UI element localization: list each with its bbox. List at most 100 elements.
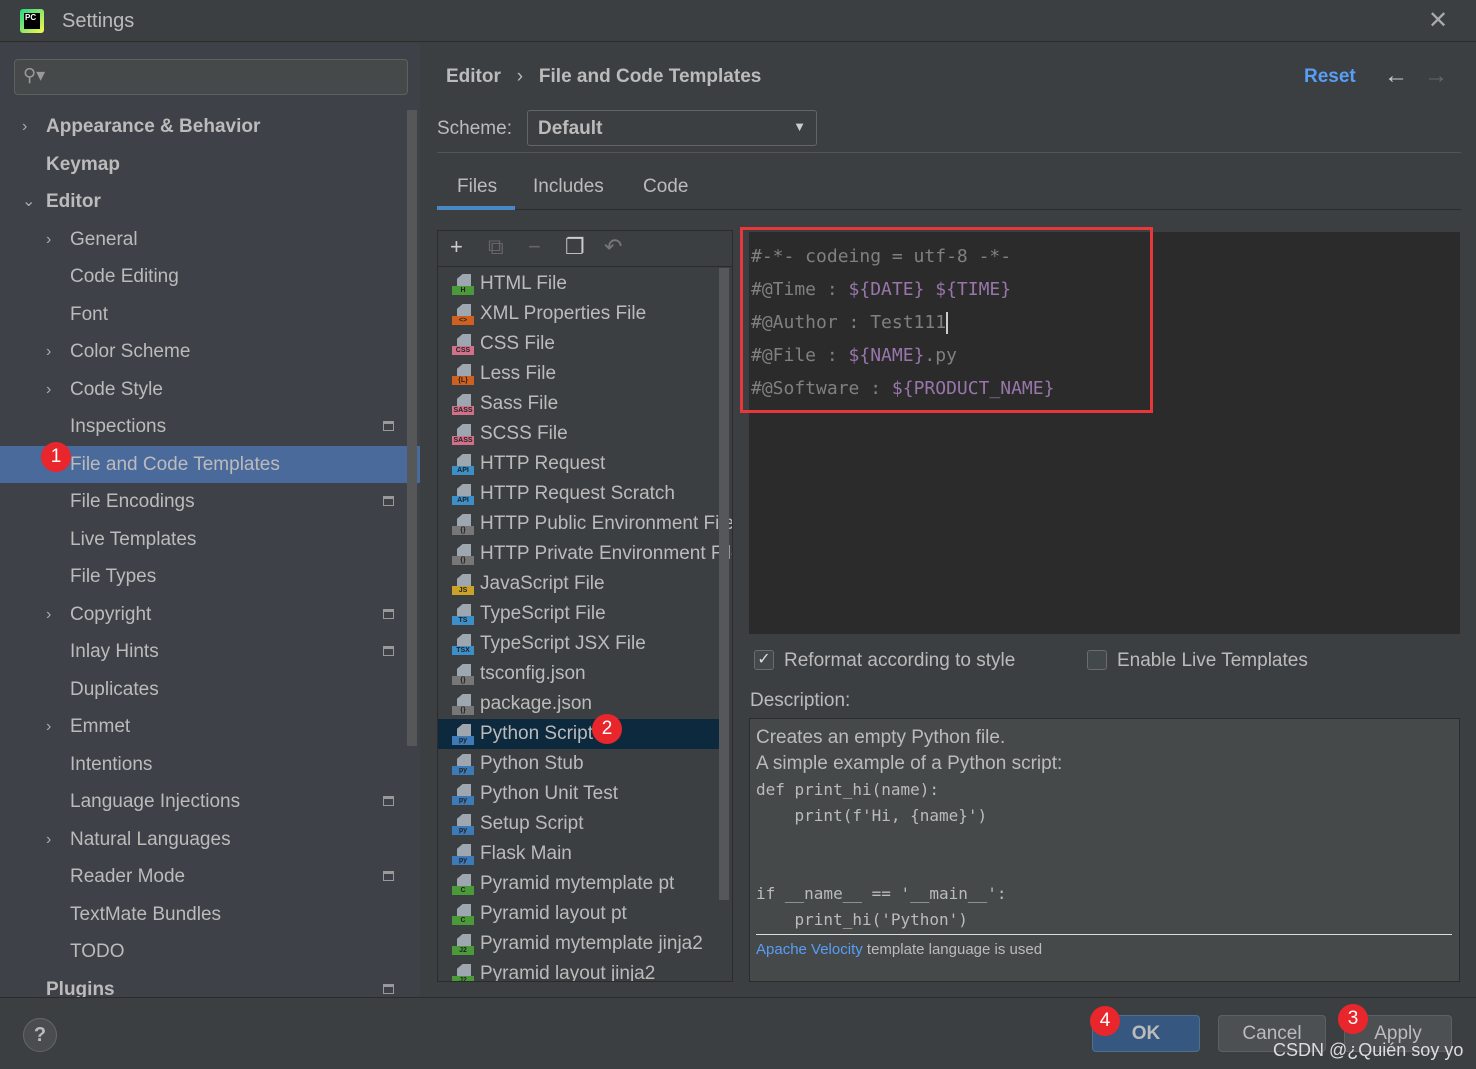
search-icon: ⚲▾	[23, 65, 46, 85]
live-templates-label[interactable]: Enable Live Templates	[1117, 650, 1308, 672]
copy-icon[interactable]: ❐	[565, 234, 585, 260]
list-item[interactable]: py Setup Script	[438, 809, 732, 839]
list-item[interactable]: C Pyramid mytemplate pt	[438, 869, 732, 899]
list-item[interactable]: SASS SCSS File	[438, 419, 732, 449]
list-item[interactable]: J2 Pyramid layout jinja2	[438, 959, 732, 981]
close-icon[interactable]: ✕	[1428, 6, 1448, 35]
sidebar-item-label: Reader Mode	[70, 866, 186, 887]
list-item[interactable]: J2 Pyramid mytemplate jinja2	[438, 929, 732, 959]
breadcrumb-current: File and Code Templates	[538, 66, 762, 87]
scheme-dropdown[interactable]: Default ▼	[527, 110, 817, 146]
remove-icon[interactable]: −	[528, 234, 541, 260]
list-item[interactable]: CSS CSS File	[438, 329, 732, 359]
sidebar-item[interactable]: Language Injections	[0, 783, 420, 820]
template-name: CSS File	[480, 333, 555, 354]
sidebar-item[interactable]: Font	[0, 296, 420, 333]
list-item[interactable]: API HTTP Request	[438, 449, 732, 479]
sidebar-item[interactable]: › Code Style	[0, 371, 420, 408]
template-name: Pyramid mytemplate pt	[480, 873, 675, 894]
list-item[interactable]: API HTTP Request Scratch	[438, 479, 732, 509]
list-item[interactable]: <> XML Properties File	[438, 299, 732, 329]
apache-velocity-link[interactable]: Apache Velocity	[756, 941, 863, 958]
sidebar-item-label: TODO	[70, 941, 125, 962]
annotation-badge: 1	[41, 442, 71, 472]
list-item[interactable]: py Flask Main	[438, 839, 732, 869]
chevron-right-icon[interactable]: ›	[46, 821, 51, 858]
sidebar-item[interactable]: Inspections	[0, 408, 420, 445]
list-item[interactable]: {} HTTP Private Environment File	[438, 539, 732, 569]
tab-files[interactable]: Files	[457, 176, 497, 210]
chevron-right-icon[interactable]: ›	[46, 221, 51, 258]
sidebar-item-label: Editor	[46, 191, 101, 212]
sidebar-item[interactable]: › Natural Languages	[0, 821, 420, 858]
sidebar-item-label: TextMate Bundles	[70, 903, 222, 925]
add-icon[interactable]: +	[450, 234, 463, 260]
template-name: Pyramid layout pt	[480, 903, 627, 924]
reformat-checkbox[interactable]: ✓	[754, 650, 774, 670]
sidebar-item[interactable]: › Copyright	[0, 596, 420, 633]
sidebar-item[interactable]: › Appearance & Behavior	[0, 108, 420, 145]
list-item[interactable]: C Pyramid layout pt	[438, 899, 732, 929]
sidebar-item[interactable]: Duplicates	[0, 671, 420, 708]
reformat-label[interactable]: Reformat according to style	[784, 650, 1015, 672]
list-item[interactable]: py Python Stub	[438, 749, 732, 779]
scheme-value: Default	[538, 118, 603, 139]
sidebar-item[interactable]: › Emmet	[0, 708, 420, 745]
breadcrumb-parent[interactable]: Editor	[446, 66, 501, 87]
list-scrollbar[interactable]	[719, 268, 729, 900]
file-type-icon: {}	[452, 514, 474, 535]
list-item[interactable]: {L} Less File	[438, 359, 732, 389]
forward-arrow-icon[interactable]: →	[1424, 62, 1448, 90]
live-templates-checkbox[interactable]	[1087, 650, 1107, 670]
list-item[interactable]: {} HTTP Public Environment File	[438, 509, 732, 539]
sidebar-item[interactable]: TextMate Bundles	[0, 896, 420, 933]
file-type-icon: {}	[452, 694, 474, 715]
chevron-right-icon[interactable]: ›	[46, 708, 51, 745]
sidebar-item[interactable]: File Types	[0, 558, 420, 595]
chevron-right-icon[interactable]: ›	[46, 333, 51, 370]
sidebar-item-label: Appearance & Behavior	[46, 116, 261, 137]
sidebar-item-label: File Types	[70, 566, 157, 587]
sidebar-item[interactable]: Keymap	[0, 146, 420, 183]
list-item[interactable]: {} tsconfig.json	[438, 659, 732, 689]
list-item[interactable]: SASS Sass File	[438, 389, 732, 419]
list-item[interactable]: py Python Unit Test	[438, 779, 732, 809]
template-list: + ⧉ − ❐ ↶ H HTML File <> XML Properties Fil…	[437, 230, 733, 982]
create-child-icon[interactable]: ⧉	[488, 234, 504, 260]
tab-code[interactable]: Code	[643, 176, 688, 210]
sidebar-item[interactable]: Live Templates	[0, 521, 420, 558]
list-item[interactable]: JS JavaScript File	[438, 569, 732, 599]
sidebar-item-label: General	[70, 228, 138, 250]
reset-button[interactable]: Reset	[1304, 66, 1356, 88]
sidebar-item[interactable]: › General	[0, 221, 420, 258]
list-item[interactable]: H HTML File	[438, 269, 732, 299]
description-line	[756, 829, 1453, 855]
sidebar-item[interactable]: Intentions	[0, 746, 420, 783]
sidebar-item-label: Intentions	[70, 753, 153, 775]
sidebar-item[interactable]: Code Editing	[0, 258, 420, 295]
project-settings-icon	[383, 871, 394, 881]
search-input[interactable]: ⚲▾	[14, 59, 408, 95]
chevron-right-icon[interactable]: ›	[46, 596, 51, 633]
sidebar-item[interactable]: ⌄ Editor	[0, 183, 420, 220]
sidebar-item[interactable]: › Color Scheme	[0, 333, 420, 370]
sidebar-scrollbar[interactable]	[407, 110, 417, 746]
description-line	[756, 855, 1453, 881]
sidebar-item[interactable]: Reader Mode	[0, 858, 420, 895]
template-name: HTML File	[480, 273, 567, 294]
chevron-right-icon[interactable]: ›	[46, 371, 51, 408]
list-item[interactable]: {} package.json	[438, 689, 732, 719]
back-arrow-icon[interactable]: ←	[1384, 62, 1408, 90]
help-button[interactable]: ?	[23, 1018, 57, 1052]
sidebar-item[interactable]: Inlay Hints	[0, 633, 420, 670]
chevron-right-icon[interactable]: ›	[22, 108, 27, 145]
template-name: tsconfig.json	[480, 663, 586, 684]
sidebar-item[interactable]: File Encodings	[0, 483, 420, 520]
tab-includes[interactable]: Includes	[533, 176, 604, 210]
sidebar-item[interactable]: TODO	[0, 933, 420, 970]
chevron-down-icon[interactable]: ⌄	[22, 183, 35, 220]
reset-icon[interactable]: ↶	[604, 234, 622, 260]
list-item[interactable]: TS TypeScript File	[438, 599, 732, 629]
list-item[interactable]: TSX TypeScript JSX File	[438, 629, 732, 659]
list-item[interactable]: py Python Script	[438, 719, 720, 749]
